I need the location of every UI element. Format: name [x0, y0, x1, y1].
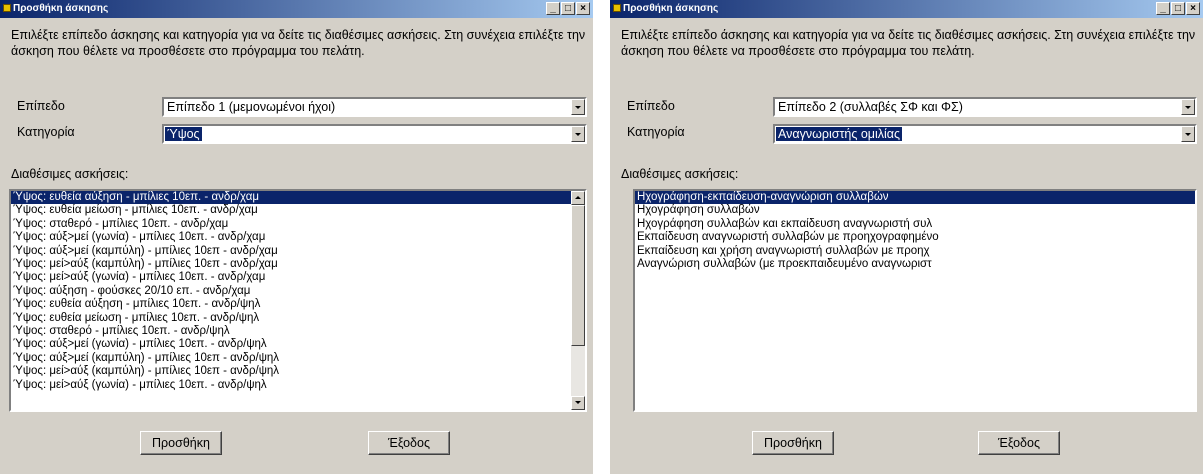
list-item[interactable]: Ύψος: μεί>αύξ (γωνία) - μπίλιες 10επ. - …: [11, 271, 585, 284]
category-select-value: Ύψος: [165, 127, 202, 141]
maximize-button[interactable]: □: [561, 2, 575, 15]
category-dropdown-button[interactable]: [571, 126, 585, 142]
list-item[interactable]: Ύψος: μεί>αύξ (γωνία) - μπίλιες 10επ. - …: [11, 379, 585, 392]
level-dropdown-button[interactable]: [1181, 99, 1195, 115]
list-item[interactable]: Αναγνώριση συλλαβών (με προεκπαιδευμένο …: [635, 258, 1195, 271]
level-select-value: Επίπεδο 2 (συλλαβές ΣΦ και ΦΣ): [778, 100, 963, 114]
exercise-list[interactable]: Ηχογράφηση-εκπαίδευση-αναγνώριση συλλαβώ…: [633, 189, 1197, 412]
app-icon: [613, 4, 621, 12]
list-item[interactable]: Ηχογράφηση συλλαβών και εκπαίδευση αναγν…: [635, 218, 1195, 231]
level-select[interactable]: Επίπεδο 2 (συλλαβές ΣΦ και ΦΣ): [773, 97, 1197, 117]
list-item[interactable]: Ύψος: σταθερό - μπίλιες 10επ. - ανδρ/χαμ: [11, 218, 585, 231]
arrow-up-icon: [575, 196, 581, 199]
scrollbar-thumb[interactable]: [571, 205, 585, 346]
list-item[interactable]: Εκπαίδευση και χρήση αναγνωριστή συλλαβώ…: [635, 245, 1195, 258]
close-button[interactable]: ×: [576, 2, 590, 15]
level-label: Επίπεδο: [17, 99, 65, 113]
title-bar[interactable]: Προσθήκη άσκησης _ □ ×: [610, 0, 1203, 18]
add-button[interactable]: Προσθήκη: [752, 431, 834, 455]
window-title: Προσθήκη άσκησης: [623, 3, 719, 14]
available-exercises-label: Διαθέσιμες ασκήσεις:: [11, 167, 129, 181]
level-select[interactable]: Επίπεδο 1 (μεμονωμένοι ήχοι): [162, 97, 587, 117]
instructions-text: Επιλέξτε επίπεδο άσκησης και κατηγορία γ…: [11, 28, 586, 58]
add-exercise-window-left: Προσθήκη άσκησης _ □ × Επιλέξτε επίπεδο …: [0, 0, 593, 474]
list-item[interactable]: Ύψος: αύξηση - φούσκες 20/10 επ. - ανδρ/…: [11, 285, 585, 298]
list-item[interactable]: Ύψος: ευθεία μείωση - μπίλιες 10επ. - αν…: [11, 312, 585, 325]
chevron-down-icon: [1185, 106, 1191, 109]
vertical-scrollbar[interactable]: [571, 191, 585, 410]
chevron-down-icon: [575, 133, 581, 136]
scroll-down-button[interactable]: [571, 396, 585, 410]
category-dropdown-button[interactable]: [1181, 126, 1195, 142]
arrow-down-icon: [575, 401, 581, 404]
instructions-text: Επιλέξτε επίπεδο άσκησης και κατηγορία γ…: [621, 28, 1196, 58]
window-title: Προσθήκη άσκησης: [13, 3, 109, 14]
level-select-value: Επίπεδο 1 (μεμονωμένοι ήχοι): [167, 100, 336, 114]
minimize-button[interactable]: _: [1156, 2, 1170, 15]
list-item[interactable]: Ύψος: αύξ>μεί (γωνία) - μπίλιες 10επ. - …: [11, 338, 585, 351]
list-item[interactable]: Εκπαίδευση αναγνωριστή συλλαβών με προηχ…: [635, 231, 1195, 244]
app-icon: [3, 4, 11, 12]
list-item[interactable]: Ύψος: μεί>αύξ (καμπύλη) - μπίλιες 10επ -…: [11, 258, 585, 271]
category-label: Κατηγορία: [627, 125, 685, 139]
list-item[interactable]: Ύψος: σταθερό - μπίλιες 10επ. - ανδρ/ψηλ: [11, 325, 585, 338]
list-item[interactable]: Ύψος: αύξ>μεί (καμπύλη) - μπίλιες 10επ -…: [11, 245, 585, 258]
level-dropdown-button[interactable]: [571, 99, 585, 115]
list-item[interactable]: Ύψος: ευθεία μείωση - μπίλιες 10επ. - αν…: [11, 204, 585, 217]
title-bar[interactable]: Προσθήκη άσκησης _ □ ×: [0, 0, 593, 18]
list-item[interactable]: Ηχογράφηση-εκπαίδευση-αναγνώριση συλλαβώ…: [635, 191, 1195, 205]
exercise-list[interactable]: Ύψος: ευθεία αύξηση - μπίλιες 10επ. - αν…: [9, 189, 587, 412]
category-select-value: Αναγνωριστής ομιλίας: [776, 127, 903, 141]
list-item[interactable]: Ηχογράφηση συλλαβών: [635, 204, 1195, 217]
level-label: Επίπεδο: [627, 99, 675, 113]
add-exercise-window-right: Προσθήκη άσκησης _ □ × Επιλέξτε επίπεδο …: [610, 0, 1203, 474]
exit-button[interactable]: Έξοδος: [368, 431, 450, 455]
list-item[interactable]: Ύψος: μεί>αύξ (καμπύλη) - μπίλιες 10επ -…: [11, 365, 585, 378]
list-item[interactable]: Ύψος: αύξ>μεί (γωνία) - μπίλιες 10επ. - …: [11, 231, 585, 244]
list-item[interactable]: Ύψος: ευθεία αύξηση - μπίλιες 10επ. - αν…: [11, 298, 585, 311]
chevron-down-icon: [1185, 133, 1191, 136]
available-exercises-label: Διαθέσιμες ασκήσεις:: [621, 167, 739, 181]
list-item[interactable]: Ύψος: ευθεία αύξηση - μπίλιες 10επ. - αν…: [11, 191, 585, 205]
chevron-down-icon: [575, 106, 581, 109]
maximize-button[interactable]: □: [1171, 2, 1185, 15]
list-item[interactable]: Ύψος: αύξ>μεί (καμπύλη) - μπίλιες 10επ -…: [11, 352, 585, 365]
category-label: Κατηγορία: [17, 125, 75, 139]
scroll-up-button[interactable]: [571, 191, 585, 205]
add-button[interactable]: Προσθήκη: [140, 431, 222, 455]
category-select[interactable]: Αναγνωριστής ομιλίας: [773, 124, 1197, 144]
exit-button[interactable]: Έξοδος: [978, 431, 1060, 455]
minimize-button[interactable]: _: [546, 2, 560, 15]
category-select[interactable]: Ύψος: [162, 124, 587, 144]
close-button[interactable]: ×: [1186, 2, 1200, 15]
